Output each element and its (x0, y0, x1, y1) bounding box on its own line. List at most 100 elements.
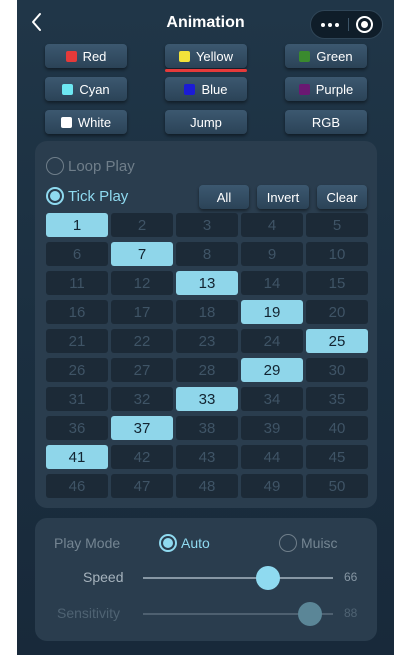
tick-cell[interactable]: 41 (46, 445, 108, 469)
jump-button[interactable]: Jump (165, 110, 247, 134)
color-label: White (77, 114, 112, 130)
tick-cell[interactable]: 15 (306, 271, 368, 295)
color-button-red[interactable]: Red (45, 44, 127, 68)
radio-unchecked-icon (279, 534, 297, 552)
tick-cell[interactable]: 38 (176, 416, 238, 440)
swatch-cyan (62, 83, 74, 95)
color-button-cyan[interactable]: Cyan (45, 77, 127, 101)
tick-cell[interactable]: 21 (46, 329, 108, 353)
tick-cell[interactable]: 29 (241, 358, 303, 382)
tick-cell[interactable]: 44 (241, 445, 303, 469)
invert-button[interactable]: Invert (257, 185, 309, 209)
tick-cell[interactable]: 30 (306, 358, 368, 382)
tick-cell[interactable]: 48 (176, 474, 238, 498)
speed-value: 66 (344, 570, 358, 584)
tick-cell[interactable]: 5 (306, 213, 368, 237)
tick-cell[interactable]: 8 (176, 242, 238, 266)
tick-cell[interactable]: 43 (176, 445, 238, 469)
tick-cell[interactable]: 31 (46, 387, 108, 411)
color-button-green[interactable]: Green (285, 44, 367, 68)
tick-cell[interactable]: 47 (111, 474, 173, 498)
color-button-blue[interactable]: Blue (165, 77, 247, 101)
tick-cell[interactable]: 13 (176, 271, 238, 295)
tick-cell[interactable]: 33 (176, 387, 238, 411)
selected-indicator (165, 69, 247, 72)
swatch-yellow (178, 50, 190, 62)
tick-cell[interactable]: 19 (241, 300, 303, 324)
swatch-purple (298, 83, 310, 95)
radio-unchecked-icon (46, 157, 64, 175)
tick-cell[interactable]: 20 (306, 300, 368, 324)
speed-slider-track[interactable] (143, 577, 333, 579)
loop-play-label: Loop Play (68, 157, 135, 175)
tick-cell[interactable]: 42 (111, 445, 173, 469)
sensitivity-value: 88 (344, 606, 358, 620)
mini-program-capsule (310, 10, 383, 39)
tick-cell[interactable]: 22 (111, 329, 173, 353)
tick-cell[interactable]: 9 (241, 242, 303, 266)
swatch-green (299, 50, 311, 62)
tick-cell[interactable]: 1 (46, 213, 108, 237)
tick-cell[interactable]: 16 (46, 300, 108, 324)
tick-cell[interactable]: 35 (306, 387, 368, 411)
tick-cell[interactable]: 45 (306, 445, 368, 469)
swatch-blue (184, 83, 196, 95)
tick-cell[interactable]: 27 (111, 358, 173, 382)
tick-cell[interactable]: 32 (111, 387, 173, 411)
tick-cell[interactable]: 7 (111, 242, 173, 266)
tick-play-option[interactable]: Tick Play (46, 187, 128, 205)
tick-play-label: Tick Play (68, 187, 129, 205)
tick-cell[interactable]: 4 (241, 213, 303, 237)
tick-cell[interactable]: 26 (46, 358, 108, 382)
tick-cell[interactable]: 3 (176, 213, 238, 237)
more-icon[interactable] (311, 11, 349, 38)
radio-checked-icon (159, 534, 177, 552)
tick-cell[interactable]: 39 (241, 416, 303, 440)
color-button-yellow[interactable]: Yellow (165, 44, 247, 68)
tick-cell[interactable]: 14 (241, 271, 303, 295)
auto-option[interactable]: Auto (159, 534, 210, 552)
music-option[interactable]: Muisc (279, 534, 338, 552)
color-label: Red (82, 48, 107, 64)
all-button[interactable]: All (199, 185, 249, 209)
tick-cell[interactable]: 10 (306, 242, 368, 266)
color-button-white[interactable]: White (45, 110, 127, 134)
color-button-purple[interactable]: Purple (285, 77, 367, 101)
radio-checked-icon (46, 187, 64, 205)
tick-cell[interactable]: 24 (241, 329, 303, 353)
tick-cell[interactable]: 12 (111, 271, 173, 295)
tick-cell[interactable]: 49 (241, 474, 303, 498)
tick-cell[interactable]: 23 (176, 329, 238, 353)
tick-cell[interactable]: 46 (46, 474, 108, 498)
tick-cell[interactable]: 50 (306, 474, 368, 498)
color-label: Blue (201, 81, 228, 97)
color-label: Cyan (79, 81, 110, 97)
music-label: Muisc (301, 535, 338, 551)
close-target-icon[interactable] (356, 16, 373, 33)
nav-bar: Animation (17, 0, 394, 46)
tick-cell[interactable]: 34 (241, 387, 303, 411)
invert-label: Invert (266, 189, 300, 205)
tick-cell[interactable]: 28 (176, 358, 238, 382)
all-label: All (216, 189, 232, 205)
rgb-label: RGB (311, 114, 341, 130)
tick-cell[interactable]: 25 (306, 329, 368, 353)
swatch-white (60, 116, 72, 128)
animation-screen: Animation Red Yellow Green Cyan Blue Pur… (17, 0, 394, 655)
loop-play-option[interactable]: Loop Play (46, 157, 135, 175)
tick-cell[interactable]: 6 (46, 242, 108, 266)
tick-cell[interactable]: 2 (111, 213, 173, 237)
clear-button[interactable]: Clear (317, 185, 367, 209)
color-label: Yellow (195, 48, 234, 64)
rgb-button[interactable]: RGB (285, 110, 367, 134)
tick-cell[interactable]: 11 (46, 271, 108, 295)
capsule-divider (348, 18, 349, 31)
tick-cell[interactable]: 17 (111, 300, 173, 324)
tick-cell[interactable]: 40 (306, 416, 368, 440)
tick-cell[interactable]: 37 (111, 416, 173, 440)
sensitivity-label: Sensitivity (57, 605, 121, 621)
play-mode-label: Play Mode (54, 535, 121, 551)
tick-cell[interactable]: 36 (46, 416, 108, 440)
tick-cell[interactable]: 18 (176, 300, 238, 324)
swatch-red (65, 50, 77, 62)
